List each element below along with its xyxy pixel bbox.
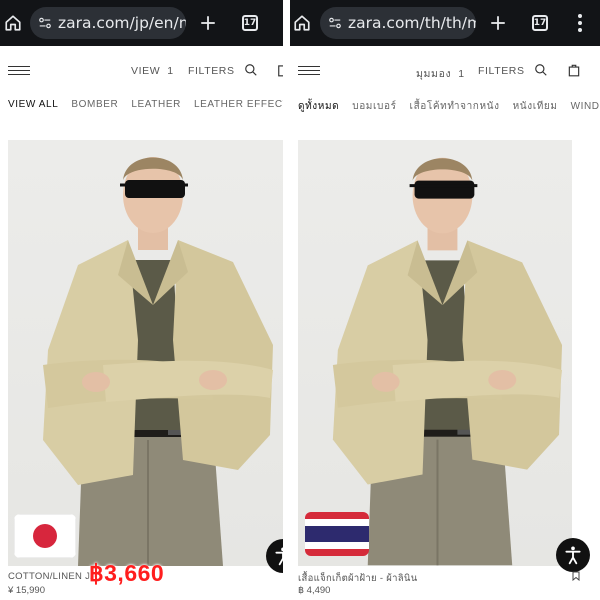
site-info-icon[interactable] (328, 16, 342, 30)
category-leather-effect[interactable]: LEATHER EFFECT (194, 99, 283, 110)
browser-toolbar: zara.com/th/th/man- 17 (290, 0, 600, 46)
search-icon[interactable] (244, 63, 258, 77)
view-label: มุมมอง (416, 68, 452, 80)
product-price: ฿ 4,490 (298, 585, 331, 596)
category-view-all[interactable]: ดูทั้งหมด (298, 101, 339, 112)
category-windbreaker[interactable]: WINDBREA (571, 101, 600, 112)
converted-price-overlay: ฿3,660 (89, 560, 165, 586)
hamburger-icon[interactable] (8, 66, 30, 78)
model-figure (43, 157, 273, 566)
url-text: zara.com/th/th/man- (348, 14, 476, 32)
view-toggle[interactable]: VIEW 1 (131, 65, 174, 77)
model-figure (332, 157, 563, 566)
address-bar[interactable]: zara.com/th/th/man- (320, 7, 476, 39)
jp-browser-panel: zara.com/jp/en/man- 17 VIEW 1 FILTERS VI… (0, 0, 283, 600)
panel-divider (283, 0, 290, 600)
address-bar[interactable]: zara.com/jp/en/man- (30, 7, 186, 39)
accessibility-icon[interactable] (556, 538, 590, 572)
menu-icon[interactable] (570, 13, 590, 33)
filters-button[interactable]: FILTERS (478, 65, 525, 77)
category-bomber[interactable]: บอมเบอร์ (352, 101, 396, 112)
product-image[interactable] (298, 140, 572, 566)
site-info-icon[interactable] (38, 16, 52, 30)
product-image[interactable] (8, 140, 283, 566)
category-leather[interactable]: LEATHER (131, 99, 181, 110)
thailand-flag (305, 512, 369, 556)
hamburger-icon[interactable] (298, 66, 320, 78)
search-icon[interactable] (534, 63, 548, 77)
category-leather-effect[interactable]: หนังเทียม (513, 101, 558, 112)
browser-toolbar: zara.com/jp/en/man- 17 (0, 0, 283, 46)
home-icon[interactable] (3, 13, 23, 33)
url-text: zara.com/jp/en/man- (58, 14, 186, 32)
product-price: ¥ 15,990 (8, 585, 45, 596)
product-name[interactable]: COTTON/LINEN JA (8, 571, 97, 582)
tab-switcher-icon[interactable]: 17 (240, 13, 260, 33)
new-tab-icon[interactable] (198, 13, 218, 33)
view-toggle[interactable]: มุมมอง 1 (416, 65, 465, 82)
category-leather[interactable]: เสื้อโค้ททำจากหนัง (410, 101, 500, 112)
th-browser-panel: zara.com/th/th/man- 17 มุมมอง 1 FILTERS … (290, 0, 600, 600)
tab-switcher-icon[interactable]: 17 (530, 13, 550, 33)
tab-count: 17 (242, 15, 258, 31)
category-nav: ดูทั้งหมด บอมเบอร์ เสื้อโค้ททำจากหนัง หนังเ… (298, 99, 600, 114)
category-bomber[interactable]: BOMBER (71, 99, 118, 110)
home-icon[interactable] (292, 13, 312, 33)
bag-icon[interactable] (567, 63, 581, 77)
tab-count: 17 (532, 15, 548, 31)
new-tab-icon[interactable] (488, 13, 508, 33)
bookmark-icon[interactable] (572, 571, 580, 581)
filters-button[interactable]: FILTERS (188, 65, 235, 77)
category-nav: VIEW ALLBOMBERLEATHERLEATHER EFFECTW (8, 99, 283, 110)
view-count: 1 (458, 68, 465, 80)
japan-flag (14, 514, 76, 558)
view-label: VIEW (131, 65, 161, 77)
view-count: 1 (167, 65, 174, 77)
product-name[interactable]: เสื้อแจ็กเก็ตผ้าฝ้าย - ผ้าลินิน (298, 571, 417, 586)
category-view-all[interactable]: VIEW ALL (8, 99, 58, 110)
